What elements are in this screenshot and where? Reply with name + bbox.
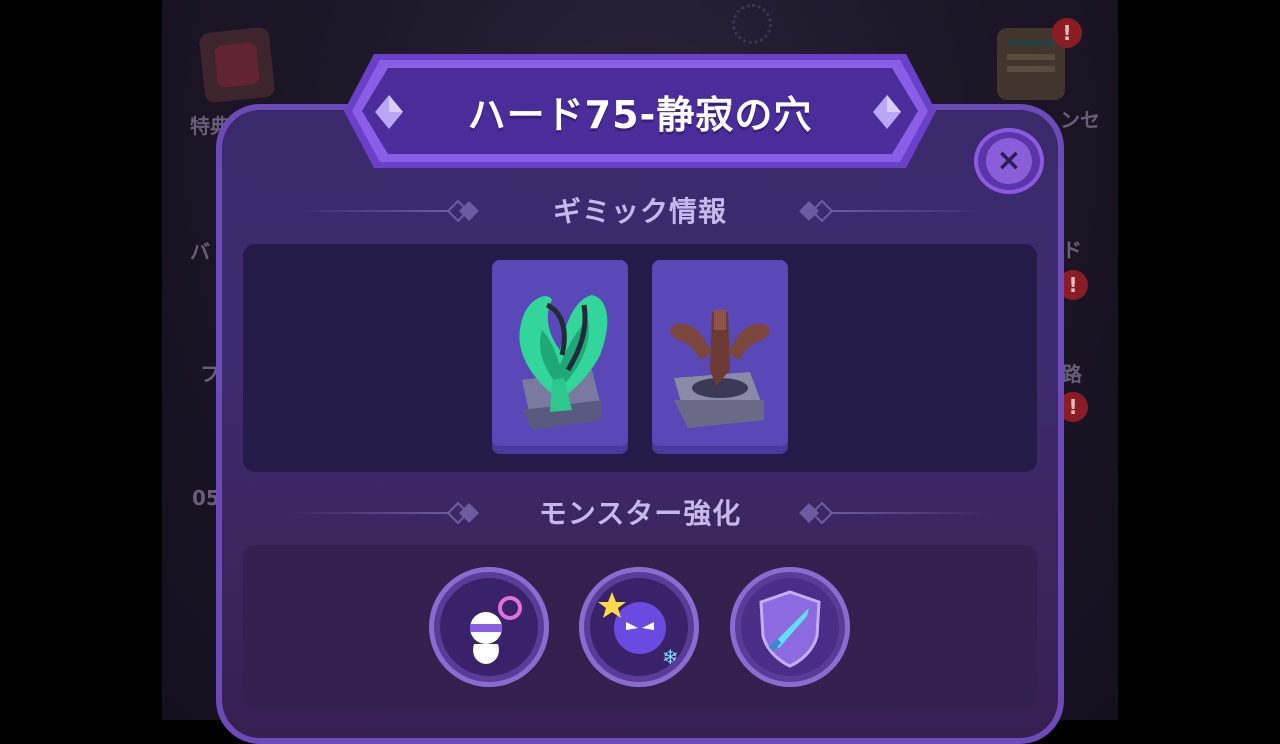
bg-label-left-2: バ: [190, 240, 210, 264]
gimmick-card[interactable]: [492, 260, 628, 454]
brown-trident-totem-icon: [670, 310, 770, 428]
notification-badge-icon: !: [1052, 18, 1082, 48]
divider-line: [830, 210, 990, 212]
shield-sword-icon: [759, 590, 821, 668]
gimmick-card[interactable]: [652, 260, 788, 454]
svg-text:❄: ❄: [662, 645, 679, 669]
close-icon: ×: [996, 143, 1022, 178]
snowflake-icon: [732, 4, 772, 44]
close-button-inner: ×: [986, 138, 1032, 184]
close-button[interactable]: ×: [974, 128, 1044, 194]
dark-spirit-freeze-icon: ❄: [598, 592, 679, 669]
gem-icon: [873, 95, 901, 129]
letterbox-left: [0, 0, 162, 720]
monster-buff-button[interactable]: ❄: [579, 567, 699, 687]
green-crystal-flame-icon: [519, 295, 608, 430]
monster-buff-button[interactable]: [429, 567, 549, 687]
letterbox-right: [1118, 0, 1280, 720]
divider-line: [290, 210, 450, 212]
gift-icon: [198, 26, 276, 104]
divider-line: [830, 512, 990, 514]
dialog-title: ハード75-静寂の穴: [467, 93, 813, 137]
divider-line: [290, 512, 450, 514]
monster-buff-button[interactable]: [730, 567, 850, 687]
mummy-revive-icon: [470, 596, 522, 664]
bg-label-right-2: ド: [1062, 238, 1082, 262]
bg-label-right-3: 路: [1062, 362, 1082, 386]
gimmick-panel: [243, 244, 1037, 472]
bg-label-right-1: ンセ: [1060, 108, 1100, 132]
title-banner: ハード75-静寂の穴: [344, 54, 936, 168]
gem-icon: [375, 95, 403, 129]
